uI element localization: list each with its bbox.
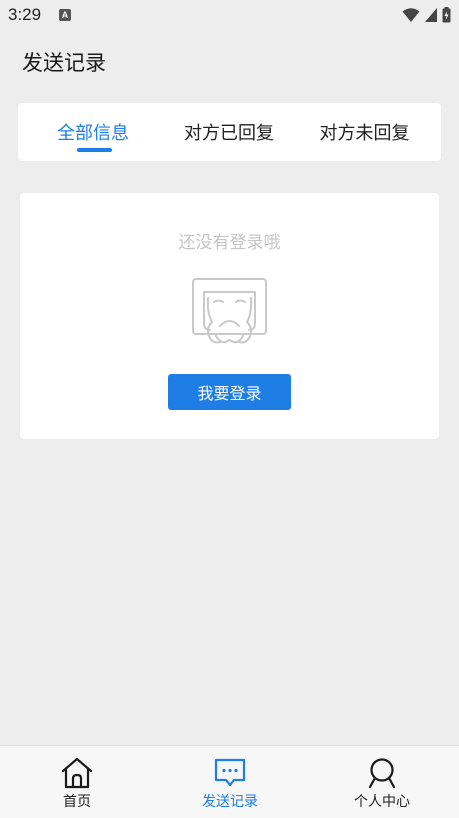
home-icon xyxy=(61,757,93,789)
notification-icon: A xyxy=(59,9,71,21)
nav-label-home: 首页 xyxy=(63,794,91,810)
active-tab-indicator xyxy=(77,148,112,152)
tab-not-replied[interactable]: 对方未回复 xyxy=(296,103,433,161)
tab-all-messages[interactable]: 全部信息 xyxy=(18,103,168,161)
status-bar: 3:29 A xyxy=(0,0,459,32)
status-time: 3:29 xyxy=(8,5,42,24)
nav-label-profile: 个人中心 xyxy=(354,794,410,810)
page-title: 发送记录 xyxy=(22,51,106,75)
battery-icon xyxy=(442,7,451,23)
signal-icon xyxy=(425,8,437,22)
user-icon xyxy=(368,758,396,789)
wifi-icon xyxy=(402,8,420,22)
nav-label-send-records: 发送记录 xyxy=(202,794,258,810)
tab-replied[interactable]: 对方已回复 xyxy=(162,103,296,161)
nav-item-home[interactable]: 首页 xyxy=(17,746,137,818)
crying-face-icon xyxy=(192,278,267,344)
bottom-nav: 首页 发送记录 个人中心 xyxy=(0,745,459,818)
login-button[interactable]: 我要登录 xyxy=(168,374,291,410)
empty-state-message: 还没有登录哦 xyxy=(178,233,281,253)
empty-state-card: 还没有登录哦 我要登录 xyxy=(20,193,439,439)
nav-item-send-records[interactable]: 发送记录 xyxy=(170,746,290,818)
status-indicators xyxy=(402,7,451,23)
tab-bar: 全部信息 对方已回复 对方未回复 xyxy=(18,103,441,161)
nav-item-profile[interactable]: 个人中心 xyxy=(322,746,442,818)
message-icon xyxy=(214,758,246,787)
